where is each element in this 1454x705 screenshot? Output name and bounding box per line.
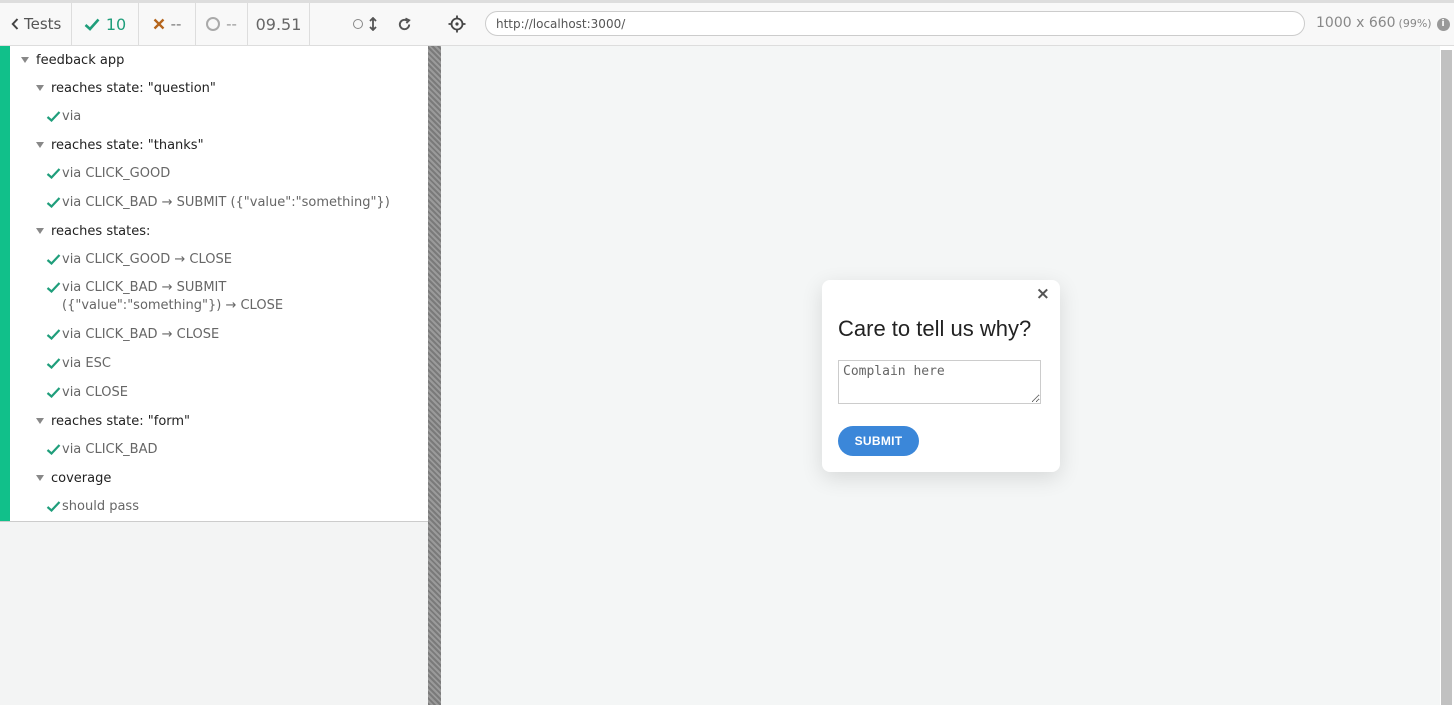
test-title: via CLOSE xyxy=(62,384,128,400)
suite-title: reaches state: "thanks" xyxy=(51,137,204,153)
check-icon xyxy=(46,328,61,340)
test-row[interactable]: should pass xyxy=(46,494,139,518)
runner-header: http://localhost:3000/ 1000 x 660 (99%) i xyxy=(428,0,1454,46)
suite-title: reaches states: xyxy=(51,223,151,239)
chevron-left-icon xyxy=(11,18,19,30)
test-row[interactable]: via CLICK_BAD xyxy=(46,437,157,461)
suite-title: reaches state: "form" xyxy=(51,413,191,429)
test-title: via CLICK_BAD → SUBMIT ({"value":"someth… xyxy=(62,280,284,313)
selector-playground-icon[interactable] xyxy=(448,15,466,33)
test-title: via CLICK_BAD → CLOSE xyxy=(62,326,220,342)
check-icon xyxy=(46,253,61,265)
suite-title: feedback app xyxy=(36,52,125,68)
test-title: via CLICK_BAD → SUBMIT ({"value":"someth… xyxy=(62,194,390,210)
modal-title: Care to tell us why? xyxy=(838,316,1032,341)
suite-title: coverage xyxy=(51,470,112,486)
suite-row[interactable]: coverage xyxy=(36,466,111,490)
test-title: should pass xyxy=(62,498,139,514)
test-list: feedback app reaches state: "question" v… xyxy=(0,46,428,522)
pending-stat: -- xyxy=(196,3,248,45)
test-row[interactable]: via xyxy=(46,104,81,128)
cross-icon xyxy=(153,18,164,30)
duration: 09.51 xyxy=(248,3,310,45)
resize-handle[interactable] xyxy=(428,46,441,705)
app-preview: × Care to tell us why? SUBMIT xyxy=(441,46,1440,705)
check-icon xyxy=(46,110,61,122)
test-title: via xyxy=(62,108,82,124)
test-row[interactable]: via CLICK_GOOD → CLOSE xyxy=(46,247,232,271)
zoom-level: (99%) xyxy=(1398,17,1432,30)
pending-count: -- xyxy=(226,15,237,33)
test-title: via ESC xyxy=(62,355,111,371)
suite-row[interactable]: reaches state: "question" xyxy=(36,76,216,100)
test-row[interactable]: via ESC xyxy=(46,351,111,375)
suite-row[interactable]: reaches state: "form" xyxy=(36,409,190,433)
duration-value: 09.51 xyxy=(255,14,302,34)
viewport-info[interactable]: 1000 x 660 (99%) i xyxy=(1316,15,1450,31)
collapse-triangle-icon xyxy=(21,57,29,63)
info-icon: i xyxy=(1436,18,1450,31)
reporter-empty-area xyxy=(0,522,428,705)
url-text: http://localhost:3000/ xyxy=(496,16,626,31)
suite-row[interactable]: feedback app xyxy=(21,48,124,72)
test-row[interactable]: via CLICK_GOOD xyxy=(46,161,170,185)
suite-title: reaches state: "question" xyxy=(51,80,216,96)
restart-icon[interactable] xyxy=(397,17,412,32)
test-row[interactable]: via CLOSE xyxy=(46,380,128,404)
suite-row[interactable]: reaches states: xyxy=(36,219,150,243)
check-icon xyxy=(46,196,61,208)
check-icon xyxy=(46,357,61,369)
submit-button[interactable]: SUBMIT xyxy=(838,426,919,456)
failed-count: -- xyxy=(170,15,182,33)
failed-stat: -- xyxy=(139,3,196,45)
scrollbar-thumb[interactable] xyxy=(1441,50,1452,705)
check-icon xyxy=(46,167,61,179)
vertical-arrows-icon xyxy=(369,17,377,31)
circle-icon xyxy=(353,19,363,29)
pending-circle-icon xyxy=(206,17,221,31)
reporter-controls xyxy=(310,3,428,45)
collapse-triangle-icon xyxy=(36,475,44,481)
tests-label: Tests xyxy=(24,15,62,33)
collapse-triangle-icon xyxy=(36,142,44,148)
test-row[interactable]: via CLICK_BAD → CLOSE xyxy=(46,322,219,346)
collapse-triangle-icon xyxy=(36,228,44,234)
url-bar[interactable]: http://localhost:3000/ xyxy=(485,11,1305,36)
test-title: via CLICK_GOOD xyxy=(62,165,171,181)
complaint-textarea[interactable] xyxy=(838,360,1041,404)
collapse-triangle-icon xyxy=(36,85,44,91)
test-title: via CLICK_BAD xyxy=(62,441,158,457)
pass-status-bar xyxy=(0,46,10,521)
tests-back-button[interactable]: Tests xyxy=(0,3,72,45)
suite-row[interactable]: reaches state: "thanks" xyxy=(36,133,204,157)
check-icon xyxy=(46,500,61,512)
feedback-modal: × Care to tell us why? SUBMIT xyxy=(822,280,1060,472)
check-icon xyxy=(46,443,61,455)
test-row[interactable]: via CLICK_BAD → SUBMIT ({"value":"someth… xyxy=(46,190,390,214)
check-icon xyxy=(46,282,61,293)
viewport-size: 1000 x 660 xyxy=(1316,15,1396,31)
check-icon xyxy=(46,386,61,398)
collapse-triangle-icon xyxy=(36,418,44,424)
test-row[interactable]: via CLICK_BAD → SUBMIT ({"value":"someth… xyxy=(46,279,382,315)
test-title: via CLICK_GOOD → CLOSE xyxy=(62,251,232,267)
passed-stat: 10 xyxy=(72,3,139,45)
passed-count: 10 xyxy=(105,14,127,34)
close-button[interactable]: × xyxy=(1036,284,1050,304)
reporter-toolbar: Tests 10 -- -- 09.51 xyxy=(0,0,428,46)
check-icon xyxy=(84,18,100,31)
auto-scroll-toggle[interactable] xyxy=(353,17,377,31)
